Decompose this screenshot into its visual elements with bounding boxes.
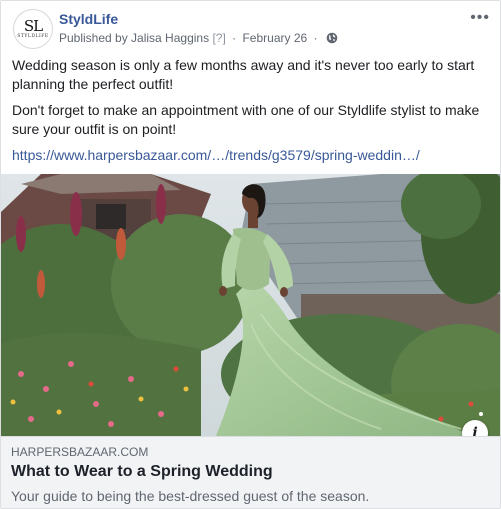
page-name-link[interactable]: StyldLife: [59, 11, 118, 27]
page-avatar[interactable]: SL STYLDLIFE: [13, 9, 53, 49]
post-date[interactable]: February 26: [242, 31, 307, 45]
link-title[interactable]: What to Wear to a Spring Wedding: [11, 463, 273, 481]
help-marker[interactable]: [?]: [212, 31, 225, 45]
wedding-photo: [1, 174, 500, 436]
more-options-button[interactable]: •••: [470, 9, 490, 27]
link-preview-card[interactable]: HARPERSBAZAAR.COM What to Wear to a Spri…: [1, 436, 500, 508]
post-body: Wedding season is only a few months away…: [12, 56, 492, 172]
meta-separator: ·: [232, 31, 237, 45]
avatar-wordmark: STYLDLIFE: [17, 34, 49, 39]
published-by-text[interactable]: Published by Jalisa Haggins: [59, 31, 209, 45]
facebook-post: SL STYLDLIFE StyldLife Published by Jali…: [0, 0, 501, 509]
post-link[interactable]: https://www.harpersbazaar.com/…/trends/g…: [12, 147, 420, 163]
globe-icon[interactable]: [326, 32, 338, 47]
post-paragraph-2: Don't forget to make an appointment with…: [12, 102, 480, 137]
link-description: Your guide to being the best-dressed gue…: [11, 488, 370, 504]
post-header: SL STYLDLIFE StyldLife Published by Jali…: [13, 9, 490, 49]
meta-separator-2: ·: [313, 31, 318, 45]
link-domain: HARPERSBAZAAR.COM: [11, 445, 149, 459]
post-meta: Published by Jalisa Haggins [?] · Februa…: [59, 31, 338, 47]
link-preview-image[interactable]: i: [1, 174, 500, 436]
post-paragraph-1: Wedding season is only a few months away…: [12, 57, 475, 92]
avatar-monogram: SL: [23, 17, 43, 35]
